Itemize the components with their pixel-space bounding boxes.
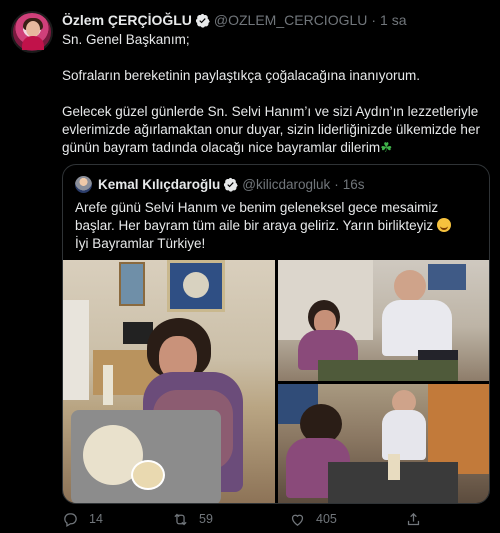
share-button[interactable] xyxy=(405,511,432,528)
tweet-timestamp[interactable]: 1 sa xyxy=(380,11,406,29)
tweet-paragraph-text: Gelecek güzel günlerde Sn. Selvi Hanım’ı… xyxy=(62,104,480,155)
author-handle[interactable]: @OZLEM_CERCIOGLU xyxy=(214,11,367,29)
author-avatar[interactable] xyxy=(11,11,53,53)
quoted-header-separator: · xyxy=(334,177,339,192)
heart-icon xyxy=(291,514,304,526)
quoted-tweet-header: Kemal Kılıçdaroğlu @kilicdarogluk · 16s xyxy=(75,176,365,193)
clover-emoji: ☘ xyxy=(380,140,393,155)
reply-count: 14 xyxy=(89,512,103,526)
quoted-text-body: Arefe günü Selvi Hanım ve benim geleneks… xyxy=(75,200,439,233)
tweet-paragraph: Sofraların bereketinin paylaştıkça çoğal… xyxy=(62,68,420,83)
verified-badge-icon xyxy=(195,13,210,28)
photo-kitchen-cooking[interactable] xyxy=(63,260,275,503)
quoted-author-avatar xyxy=(75,176,92,193)
reply-icon xyxy=(64,512,77,527)
quoted-tweet-text: Arefe günü Selvi Hanım ve benim geleneks… xyxy=(75,199,480,253)
tweet[interactable]: Özlem ÇERÇİOĞLU @OZLEM_CERCIOGLU · 1 sa … xyxy=(0,0,500,533)
quoted-tweet-photos xyxy=(63,260,489,503)
like-count: 405 xyxy=(316,512,337,526)
quoted-text-greeting: İyi Bayramlar Türkiye! xyxy=(75,236,206,251)
retweet-icon xyxy=(174,513,187,525)
reply-button[interactable]: 14 xyxy=(62,511,103,528)
quoted-author-name: Kemal Kılıçdaroğlu xyxy=(98,177,221,192)
tweet-header: Özlem ÇERÇİOĞLU @OZLEM_CERCIOGLU · 1 sa xyxy=(62,11,490,29)
avatar-face xyxy=(26,21,40,37)
tweet-paragraph: Gelecek güzel günlerde Sn. Selvi Hanım’ı… xyxy=(62,103,490,157)
share-icon xyxy=(407,512,420,525)
smiling-face-emoji-icon xyxy=(436,218,451,232)
quoted-tweet[interactable]: Kemal Kılıçdaroğlu @kilicdarogluk · 16s … xyxy=(62,164,490,504)
avatar-body xyxy=(22,36,44,50)
photo-kitchen-table[interactable] xyxy=(278,384,489,503)
verified-badge-icon xyxy=(224,177,238,192)
header-separator: · xyxy=(371,12,377,28)
tweet-paragraph: Sn. Genel Başkanım; xyxy=(62,32,190,47)
tweet-actions: 14 59 405 xyxy=(62,508,490,530)
tweet-text: Sn. Genel Başkanım; Sofraların bereketin… xyxy=(62,31,490,157)
photo-cooking-together[interactable] xyxy=(278,260,489,381)
retweet-count: 59 xyxy=(199,512,213,526)
retweet-button[interactable]: 59 xyxy=(172,511,213,528)
author-name[interactable]: Özlem ÇERÇİOĞLU xyxy=(62,11,192,29)
quoted-tweet-timestamp: 16s xyxy=(342,177,365,192)
quoted-author-handle: @kilicdarogluk xyxy=(242,177,331,192)
like-button[interactable]: 405 xyxy=(289,511,337,528)
tweet-content: Özlem ÇERÇİOĞLU @OZLEM_CERCIOGLU · 1 sa … xyxy=(62,11,490,157)
